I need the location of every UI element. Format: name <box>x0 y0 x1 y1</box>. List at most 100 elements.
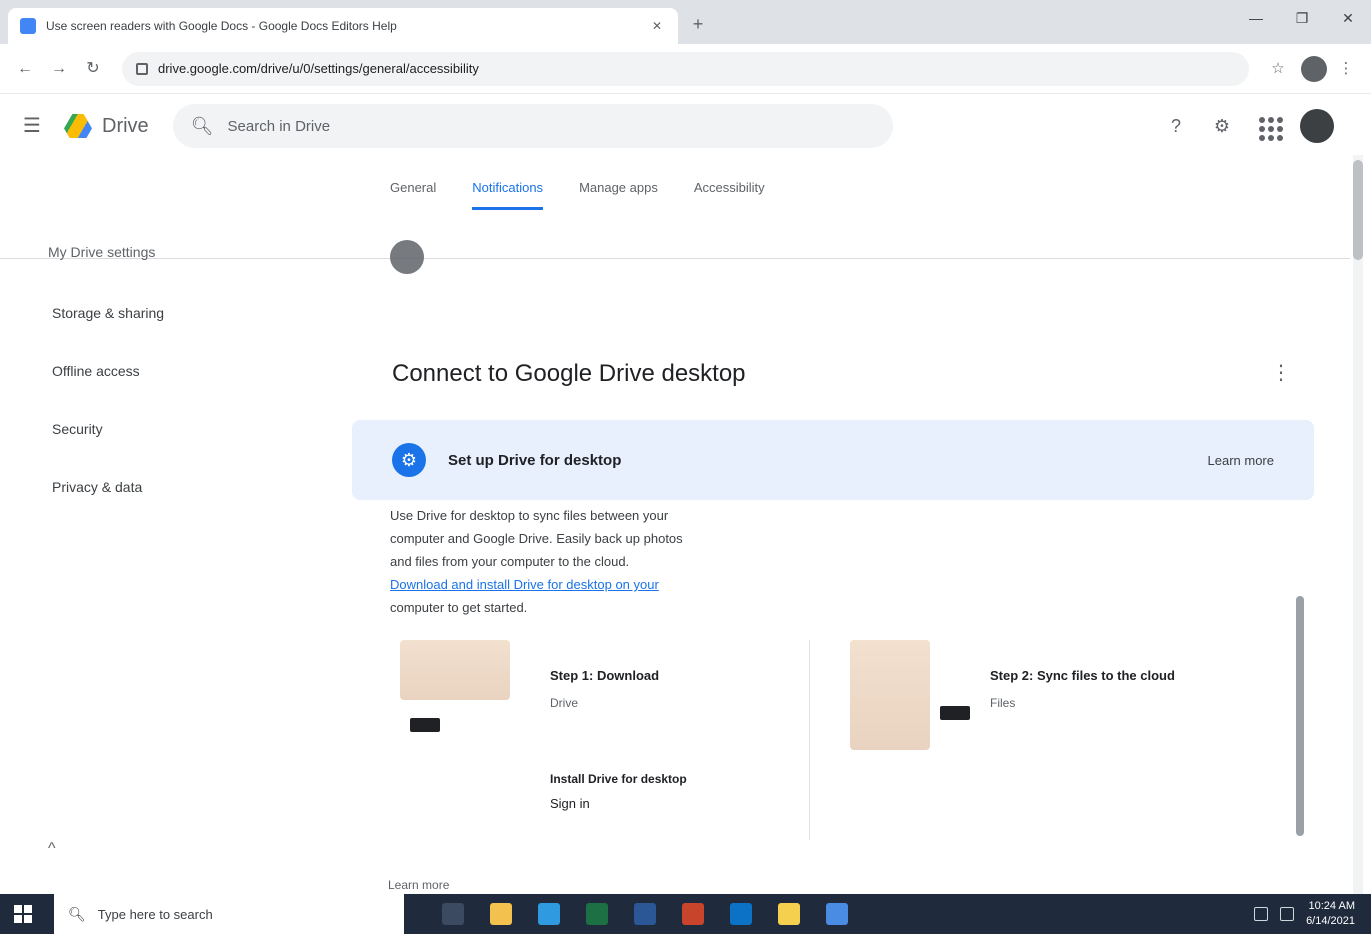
new-tab-button[interactable]: + <box>686 12 710 36</box>
settings-sidebar: My Drive settings Storage & sharing Offl… <box>0 236 340 516</box>
edge-icon <box>538 903 560 925</box>
excel-icon <box>586 903 608 925</box>
browser-tab[interactable]: Use screen readers with Google Docs - Go… <box>8 8 678 44</box>
browser-tabstrip: Use screen readers with Google Docs - Go… <box>0 0 1371 44</box>
bookmark-star-icon[interactable]: ☆ <box>1263 54 1293 84</box>
account-avatar[interactable] <box>1300 109 1334 143</box>
sticky-notes-icon <box>778 903 800 925</box>
windows-logo-icon <box>14 905 32 923</box>
desc-line: Use Drive for desktop to sync files betw… <box>390 508 669 523</box>
taskbar-search-placeholder: Type here to search <box>97 906 213 922</box>
sidebar-item-privacy[interactable]: Privacy & data <box>0 458 340 516</box>
start-button[interactable] <box>0 894 46 934</box>
drive-logo-icon[interactable] <box>64 114 92 138</box>
step-one-pane: Step 1: Download Drive Install Drive for… <box>390 640 810 840</box>
sidebar-item-storage[interactable]: Storage & sharing <box>0 284 340 342</box>
browser-toolbar: ← → ↻ drive.google.com/drive/u/0/setting… <box>0 44 1371 94</box>
settings-gear-icon[interactable]: ⚙ <box>1208 112 1236 140</box>
google-apps-grid-icon[interactable] <box>1254 112 1283 141</box>
forward-button[interactable]: → <box>44 54 74 84</box>
keyboard-key-icon <box>940 706 970 720</box>
page-scrollbar-thumb[interactable] <box>1353 160 1363 260</box>
bottom-learn-more[interactable]: Learn more <box>388 878 449 892</box>
hamburger-menu-icon[interactable]: ☰ <box>16 110 48 142</box>
network-icon[interactable] <box>1254 907 1269 921</box>
step-one-title: Step 1: Download <box>550 668 660 683</box>
sidebar-item-security[interactable]: Security <box>0 400 340 458</box>
edge-taskbar-button[interactable] <box>530 894 568 934</box>
sidebar-heading: My Drive settings <box>48 244 156 260</box>
step-two-subtitle: Files <box>990 696 1016 710</box>
outlook-taskbar-button[interactable] <box>722 894 760 934</box>
tab-notifications[interactable]: Notifications <box>472 180 544 210</box>
minimize-button[interactable]: — <box>1233 0 1279 36</box>
download-illustration <box>400 640 510 700</box>
learn-more-link[interactable]: Learn more <box>1208 453 1274 468</box>
sidebar-item-offline[interactable]: Offline access <box>0 342 340 400</box>
excel-taskbar-button[interactable] <box>578 894 616 934</box>
taskbar-search-input[interactable]: 🔍︎ Type here to search <box>54 894 404 934</box>
desc-line: computer and Google Drive. Easily back u… <box>390 531 683 546</box>
file-explorer-icon <box>490 903 512 925</box>
url-text: drive.google.com/drive/u/0/settings/gene… <box>158 61 479 76</box>
windows-taskbar: 🔍︎ Type here to search 10:24 AM 6/14/202… <box>0 894 1371 934</box>
tab-general[interactable]: General <box>390 180 436 210</box>
window-controls: — ❐ ✕ <box>1233 0 1371 36</box>
step-one-subtitle: Drive <box>550 696 579 710</box>
word-icon <box>634 903 656 925</box>
help-icon[interactable]: ? <box>1162 112 1190 140</box>
back-button[interactable]: ← <box>10 54 40 84</box>
install-label: Install Drive for desktop <box>550 772 687 786</box>
drive-search-input[interactable]: 🔍︎ Search in Drive <box>172 104 893 148</box>
settings-gear-badge-icon <box>390 240 424 274</box>
page-scrollbar-track[interactable] <box>1353 155 1363 895</box>
search-placeholder: Search in Drive <box>227 117 331 135</box>
banner-title: Set up Drive for desktop <box>448 451 622 469</box>
tab-accessibility[interactable]: Accessibility <box>694 180 765 210</box>
clock-date: 6/14/2021 <box>1306 915 1355 927</box>
setup-banner[interactable]: ⚙ Set up Drive for desktop Learn more <box>352 420 1314 500</box>
taskbar-clock[interactable]: 10:24 AM 6/14/2021 <box>1306 899 1355 929</box>
address-bar[interactable]: drive.google.com/drive/u/0/settings/gene… <box>122 51 1249 86</box>
desc-line: computer to get started. <box>390 600 528 615</box>
file-explorer-taskbar-button[interactable] <box>482 894 520 934</box>
volume-icon[interactable] <box>1280 907 1295 921</box>
step-two-pane: Step 2: Sync files to the cloud Files <box>840 640 1260 840</box>
drive-desktop-icon: ⚙ <box>392 443 426 477</box>
sign-in-link[interactable]: Sign in <box>550 796 590 811</box>
browser-menu-icon[interactable]: ⋮ <box>1331 54 1361 84</box>
tab-title: Use screen readers with Google Docs - Go… <box>46 19 397 33</box>
sync-illustration <box>850 640 930 750</box>
desc-line-link[interactable]: Download and install Drive for desktop o… <box>390 573 910 596</box>
task-view-icon <box>442 903 464 925</box>
close-tab-icon[interactable]: ✕ <box>648 17 666 35</box>
app-header: ☰ Drive 🔍︎ Search in Drive ? ⚙ <box>0 94 1350 158</box>
lock-icon <box>136 62 148 75</box>
tab-manage-apps[interactable]: Manage apps <box>579 180 658 210</box>
sticky-notes-taskbar-button[interactable] <box>770 894 808 934</box>
powerpoint-icon <box>682 903 704 925</box>
close-window-button[interactable]: ✕ <box>1325 0 1371 36</box>
keyboard-key-icon <box>410 718 440 732</box>
powerpoint-taskbar-button[interactable] <box>674 894 712 934</box>
app-header-actions: ? ⚙ <box>1162 109 1334 143</box>
clock-time: 10:24 AM <box>1308 900 1355 912</box>
search-icon: 🔍︎ <box>190 115 214 136</box>
card-description: Use Drive for desktop to sync files betw… <box>390 504 910 619</box>
reload-button[interactable]: ↻ <box>78 54 108 84</box>
card-scrollbar[interactable] <box>1296 596 1304 836</box>
browser-profile-avatar[interactable] <box>1301 55 1327 82</box>
maximize-button[interactable]: ❐ <box>1279 0 1325 36</box>
app-name: Drive <box>102 114 149 137</box>
tab-favicon-icon <box>20 18 36 34</box>
card-title: Connect to Google Drive desktop <box>392 360 746 387</box>
more-options-icon[interactable]: ⋮ <box>1271 360 1291 385</box>
search-icon: 🔍︎ <box>68 905 86 922</box>
collapse-chevron-up-icon[interactable]: ^ <box>48 840 56 858</box>
chrome-icon <box>826 903 848 925</box>
taskbar-apps <box>434 894 856 934</box>
chrome-taskbar-button[interactable] <box>818 894 856 934</box>
system-tray: 10:24 AM 6/14/2021 <box>1254 899 1371 929</box>
word-taskbar-button[interactable] <box>626 894 664 934</box>
task-view-taskbar-button[interactable] <box>434 894 472 934</box>
